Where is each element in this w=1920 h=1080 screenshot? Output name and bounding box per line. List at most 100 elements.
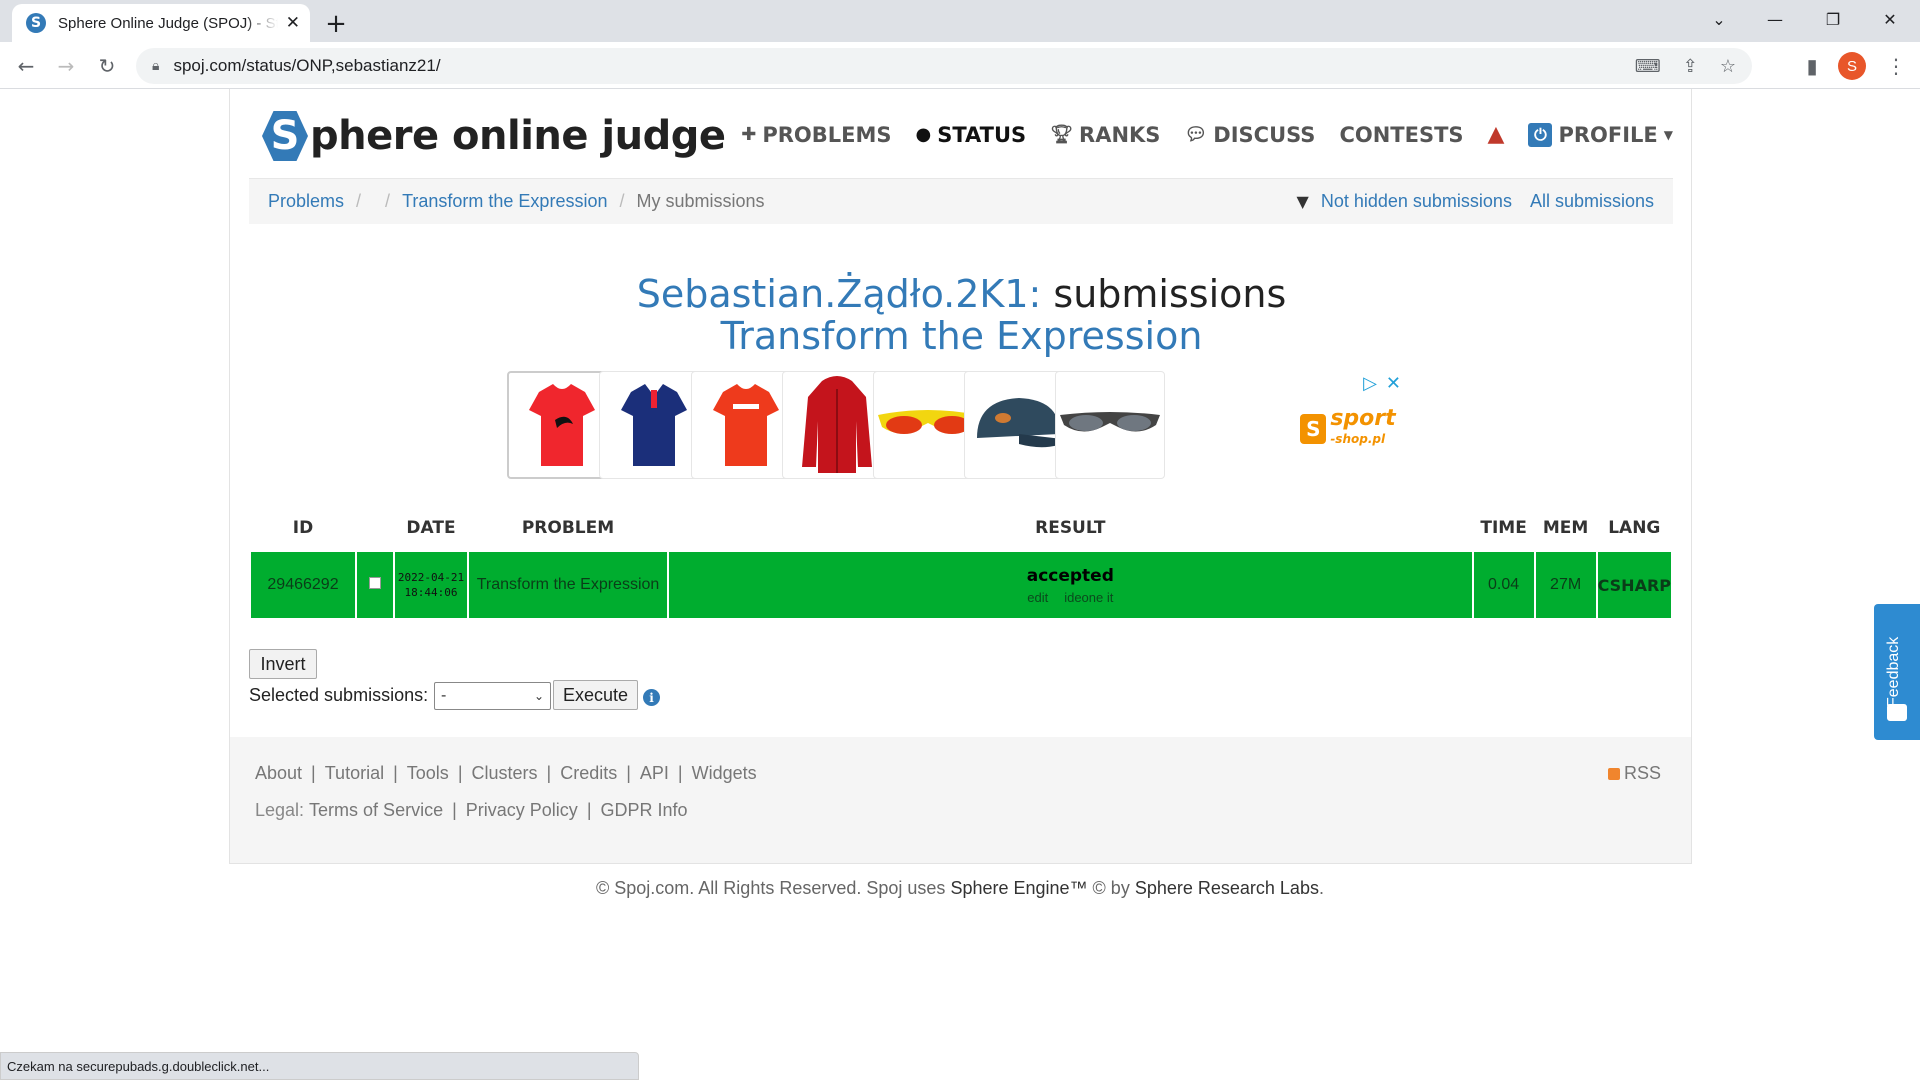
nav-ranks[interactable]: 🏆︎ RANKS [1050,123,1160,147]
col-header-mem: MEM [1542,518,1589,538]
footer-tutorial[interactable]: Tutorial [325,763,384,784]
translate-icon[interactable]: ⌨ [1635,56,1661,77]
breadcrumb-current: My submissions [636,191,765,211]
breadcrumb: Problems / / Transform the Expression / … [249,178,1673,224]
feedback-chat-icon [1887,704,1907,721]
site-footer: About | Tutorial | Tools | Clusters | Credit… [230,737,1691,863]
submission-time-of-day: 18:44:06 [404,586,458,599]
footer-links: About | Tutorial | Tools | Clusters | Credit… [255,763,757,784]
minimize-button[interactable]: — [1747,0,1803,38]
footer-clusters[interactable]: Clusters [472,763,538,784]
rss-icon [1607,767,1620,780]
nav-profile[interactable]: ⏻ PROFILE ▼ [1528,122,1673,147]
footer-gdpr[interactable]: GDPR Info [601,800,688,821]
page: S phere online judge ✚ PROBLEMS ● STATUS 🏆… [0,89,1920,1080]
logo-s-icon: S [262,111,308,161]
back-button[interactable]: ← [10,50,42,82]
nav-warning[interactable]: ▲ [1488,122,1505,147]
bookmark-star-icon[interactable]: ☆ [1720,56,1736,77]
nav-status[interactable]: ● STATUS [916,123,1027,147]
col-header-result: RESULT [1035,518,1106,538]
tab-title: Sphere Online Judge (SPOJ) - Status [58,14,278,32]
ad-brand-logo[interactable]: S sport -shop.pl [1289,399,1407,459]
nav-contests[interactable]: CONTESTS [1339,123,1463,147]
forward-button[interactable]: → [50,50,82,82]
close-tab-icon[interactable]: ✕ [286,13,300,33]
browser-status-bar: Czekam na securepubads.g.doubleclick.net… [0,1052,639,1080]
all-submissions-link[interactable]: All submissions [1530,191,1654,212]
browser-toolbar: ← → ↻ 🔒︎ spoj.com/status/ONP,sebastianz2… [0,42,1920,89]
problem-title-link[interactable]: Transform the Expression [721,314,1203,358]
submission-time: 0.04 [1473,552,1534,618]
footer-legal: Legal: Terms of Service | Privacy Policy |… [255,800,688,821]
footer-privacy[interactable]: Privacy Policy [466,800,578,821]
site-logo[interactable]: S phere online judge [262,109,726,163]
execute-button[interactable]: Execute [553,680,638,710]
caret-down-icon: ▼ [1663,127,1673,142]
share-icon[interactable]: ⇪ [1683,56,1698,77]
invert-button[interactable]: Invert [249,649,317,679]
submission-lang: CSHARP [1597,552,1671,618]
sphere-research-labs-link[interactable]: Sphere Research Labs [1135,878,1319,898]
breadcrumb-problems[interactable]: Problems [268,191,344,212]
col-header-id: ID [292,518,314,538]
feedback-label: Feedback [1885,636,1902,707]
row-checkbox[interactable] [369,577,381,589]
submissions-table: ID DATE PROBLEM RESULT TIME MEM LANG 294… [249,504,1673,618]
submission-mem: 27M [1535,552,1596,618]
action-select[interactable]: - ⌄ [434,682,551,710]
edit-link[interactable]: edit [1027,590,1048,605]
page-title: Sebastian.Żądło.2K1: submissions Transfo… [230,273,1693,357]
footer-widgets[interactable]: Widgets [692,763,757,784]
profile-avatar[interactable]: S [1838,52,1866,80]
ad-banner[interactable]: ▷ ✕ S sport -shop.pl [507,371,1407,481]
ad-choices-icon[interactable]: ▷ [1363,373,1377,394]
restore-button[interactable]: ❐ [1805,0,1861,38]
feedback-tab[interactable]: Feedback [1874,604,1920,740]
puzzle-icon: ✚ [741,124,757,145]
tab-search-icon[interactable]: ⌄ [1691,0,1747,38]
side-panel-icon[interactable]: ▮ [1796,50,1828,82]
sphere-engine-link[interactable]: Sphere Engine™ [950,878,1087,898]
main-nav: ✚ PROBLEMS ● STATUS 🏆︎ RANKS 💬︎ DISCUSS CONT… [741,122,1673,147]
menu-kebab-icon[interactable]: ⋮ [1880,50,1912,82]
footer-tools[interactable]: Tools [407,763,449,784]
power-icon: ⏻ [1528,122,1553,147]
submission-date: 2022-04-21 [397,571,465,584]
footer-api[interactable]: API [640,763,669,784]
circle-icon: ● [915,124,932,145]
content-container: S phere online judge ✚ PROBLEMS ● STATUS 🏆… [229,89,1692,864]
reload-button[interactable]: ↻ [91,50,123,82]
logo-text: phere online judge [310,113,726,159]
selected-submissions-label: Selected submissions: [249,685,429,705]
breadcrumb-problem[interactable]: Transform the Expression [402,191,607,212]
nav-discuss[interactable]: 💬︎ DISCUSS [1184,123,1315,147]
user-link[interactable]: Sebastian.Żądło.2K1: [637,272,1042,316]
nav-problems[interactable]: ✚ PROBLEMS [741,123,891,147]
col-header-lang: LANG [1608,518,1661,538]
footer-about[interactable]: About [255,763,302,784]
ad-item-dark-glasses[interactable] [1055,371,1165,479]
not-hidden-submissions-link[interactable]: Not hidden submissions [1321,191,1512,212]
footer-terms[interactable]: Terms of Service [309,800,443,821]
footer-credits[interactable]: Credits [560,763,617,784]
ad-close-icon[interactable]: ✕ [1386,373,1401,394]
close-window-button[interactable]: ✕ [1862,0,1918,38]
lock-icon: 🔒︎ [152,58,160,74]
copyright: © Spoj.com. All Rights Reserved. Spoj us… [596,878,1324,898]
browser-tab[interactable]: S Sphere Online Judge (SPOJ) - Status ✕ [12,4,310,42]
url-text: spoj.com/status/ONP,sebastianz21/ [173,56,441,75]
col-header-problem: PROBLEM [521,518,615,538]
favicon-icon: S [26,13,46,33]
submission-result: accepted [1026,565,1114,586]
info-icon[interactable]: i [643,689,660,706]
rss-link[interactable]: RSS [1607,763,1661,784]
chat-icon: 💬︎ [1184,124,1208,145]
new-tab-button[interactable]: + [318,6,354,42]
address-bar[interactable]: 🔒︎ spoj.com/status/ONP,sebastianz21/ ⌨ ⇪… [136,48,1752,84]
shopping-bag-icon: S [1300,414,1327,444]
title-suffix: submissions [1053,272,1287,316]
submission-problem[interactable]: Transform the Expression [469,552,667,618]
submission-id[interactable]: 29466292 [251,552,355,618]
ideone-link[interactable]: ideone it [1064,590,1113,605]
